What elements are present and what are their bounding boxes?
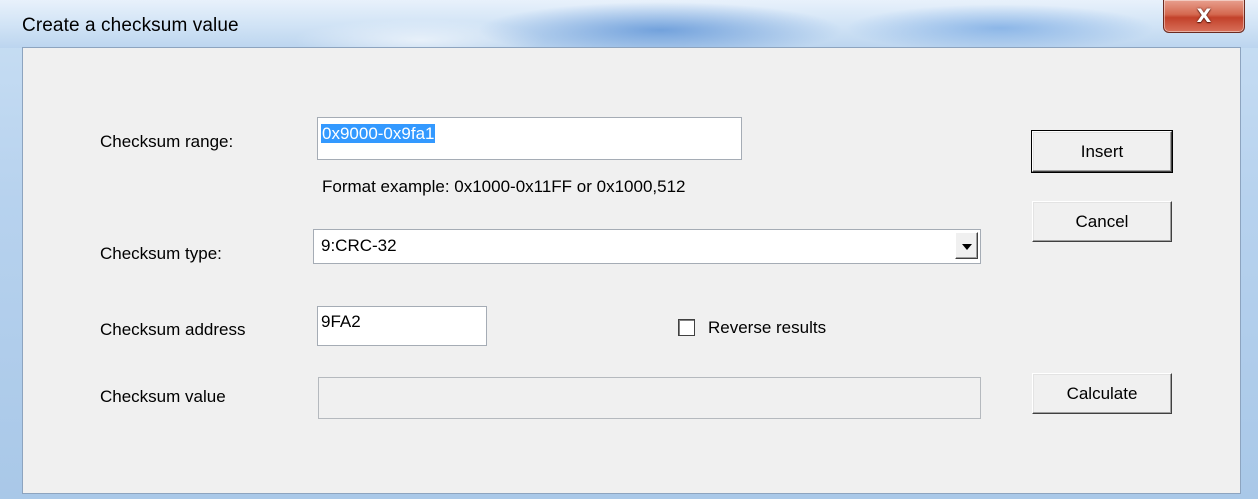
checksum-type-value: 9:CRC-32 bbox=[321, 236, 397, 255]
insert-button[interactable]: Insert bbox=[1031, 130, 1173, 173]
dialog-client-area: Checksum range: 0x9000-0x9fa1 Format exa… bbox=[22, 47, 1241, 494]
checksum-address-input[interactable]: 9FA2 bbox=[317, 306, 487, 346]
checksum-type-dropdown-button[interactable] bbox=[955, 232, 978, 259]
checksum-type-select[interactable]: 9:CRC-32 bbox=[313, 229, 981, 264]
reverse-results-label[interactable]: Reverse results bbox=[708, 318, 826, 338]
title-bar[interactable]: Create a checksum value X bbox=[0, 0, 1258, 48]
checksum-range-input[interactable]: 0x9000-0x9fa1 bbox=[317, 117, 742, 160]
calculate-button[interactable]: Calculate bbox=[1032, 373, 1172, 414]
close-button[interactable]: X bbox=[1163, 0, 1245, 33]
checksum-range-selected-text: 0x9000-0x9fa1 bbox=[321, 124, 436, 143]
checksum-address-label: Checksum address bbox=[100, 320, 246, 339]
cancel-button[interactable]: Cancel bbox=[1032, 201, 1172, 242]
checksum-type-label: Checksum type: bbox=[100, 244, 222, 263]
window-title: Create a checksum value bbox=[22, 15, 239, 36]
format-hint: Format example: 0x1000-0x11FF or 0x1000,… bbox=[322, 177, 686, 196]
close-icon: X bbox=[1196, 5, 1212, 27]
reverse-results-checkbox[interactable] bbox=[678, 319, 695, 336]
checksum-value-field bbox=[318, 377, 981, 419]
dialog-window: Create a checksum value X Checksum range… bbox=[0, 0, 1258, 499]
chevron-down-icon bbox=[961, 243, 972, 250]
checksum-value-label: Checksum value bbox=[100, 387, 226, 406]
checksum-range-label: Checksum range: bbox=[100, 132, 234, 151]
